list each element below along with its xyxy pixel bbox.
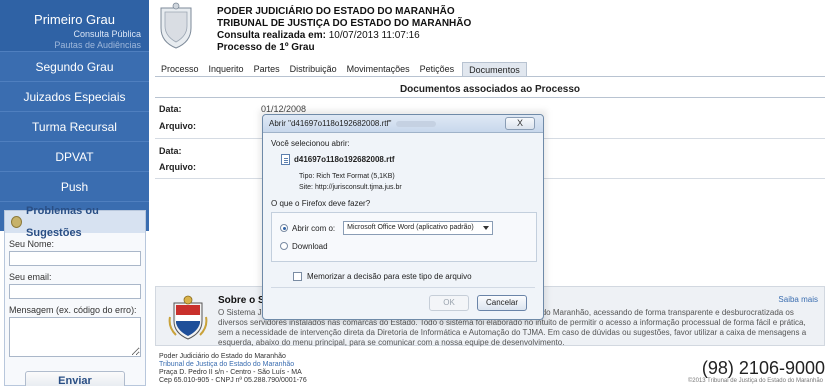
footer-phone: (98) 2106-9000 — [701, 358, 825, 378]
footer-line-4: Cep 65.010-905 - CNPJ nº 05.288.790/0001… — [159, 377, 307, 384]
nav-primeiro-grau[interactable]: Primeiro Grau Consulta Pública Pautas de… — [0, 0, 149, 51]
application-select[interactable]: Microsoft Office Word (aplicativo padrão… — [343, 221, 494, 235]
document-icon — [281, 154, 290, 165]
coat-of-arms-icon — [168, 295, 208, 340]
footer-address: Poder Judiciário do Estado do Maranhão T… — [159, 353, 307, 385]
footer: Poder Judiciário do Estado do Maranhão T… — [155, 350, 825, 386]
header: PODER JUDICIÁRIO DO ESTADO DO MARANHÃO T… — [155, 0, 825, 58]
header-line-4: Processo de 1º Grau — [217, 42, 315, 53]
remember-label: Memorizar a decisão para este tipo de ar… — [307, 271, 472, 281]
page-root: Primeiro Grau Consulta Pública Pautas de… — [0, 0, 825, 386]
data-label: Data: — [159, 146, 182, 156]
dialog-titlebar[interactable]: Abrir "d41697o118o192682008.rtf" — [263, 115, 543, 133]
nav-pautas-audiencias[interactable]: Pautas de Audiências — [0, 40, 149, 51]
message-label: Mensagem (ex. código do erro): — [9, 305, 137, 315]
open-with-radio[interactable] — [280, 224, 288, 232]
open-file-dialog: Abrir "d41697o118o192682008.rtf" X Você … — [262, 114, 544, 320]
header-line-3: Consulta realizada em: 10/07/2013 11:07:… — [217, 30, 471, 42]
dialog-body: Você selecionou abrir: d41697o118o192682… — [271, 139, 537, 284]
download-label: Download — [292, 241, 328, 251]
file-type-row: Tipo: Rich Text Format (5,1KB) — [299, 171, 537, 182]
open-with-option[interactable]: Abrir com o: Microsoft Office Word (apli… — [280, 219, 530, 237]
selected-text: Você selecionou abrir: — [271, 139, 350, 148]
nav-turma-recursal[interactable]: Turma Recursal — [0, 111, 149, 141]
coat-of-arms-icon — [160, 2, 192, 49]
tab-distribuicao[interactable]: Distribuição — [288, 62, 339, 76]
remember-option[interactable]: Memorizar a decisão para este tipo de ar… — [293, 268, 537, 284]
footer-line-1: Poder Judiciário do Estado do Maranhão — [159, 353, 286, 360]
tab-bar: Processo Inquerito Partes Distribuição M… — [155, 62, 825, 76]
email-field[interactable] — [9, 284, 141, 299]
application-value: Microsoft Office Word (aplicativo padrão… — [347, 224, 474, 231]
site-label: Site: — [299, 184, 314, 191]
consulta-label: Consulta realizada em: — [217, 30, 326, 41]
blurred-text — [395, 120, 436, 127]
open-with-label: Abrir com o: — [292, 223, 336, 233]
nav-primary-label[interactable]: Primeiro Grau — [0, 12, 149, 29]
footer-line-2[interactable]: Tribunal de Justiça do Estado do Maranhã… — [159, 361, 307, 369]
header-line-2: TRIBUNAL DE JUSTIÇA DO ESTADO DO MARANHÃ… — [217, 18, 472, 29]
header-line-1: PODER JUDICIÁRIO DO ESTADO DO MARANHÃO — [217, 6, 455, 17]
arquivo-label: Arquivo: — [159, 162, 196, 172]
ok-button[interactable]: OK — [429, 295, 469, 311]
type-label: Tipo: — [299, 173, 315, 180]
email-label: Seu email: — [9, 272, 52, 282]
file-site-row: Site: http://jurisconsult.tjma.jus.br — [299, 182, 537, 193]
help-icon — [11, 216, 23, 228]
download-option[interactable]: Download — [280, 237, 530, 255]
tab-partes[interactable]: Partes — [252, 62, 282, 76]
footer-line-3: Praça D. Pedro II s/n - Centro - São Luí… — [159, 369, 302, 376]
nav-segundo-grau[interactable]: Segundo Grau — [0, 51, 149, 81]
arquivo-label: Arquivo: — [159, 121, 196, 131]
tab-documentos[interactable]: Documentos — [462, 62, 527, 76]
tab-processo[interactable]: Processo — [159, 62, 201, 76]
download-radio[interactable] — [280, 242, 288, 250]
data-label: Data: — [159, 104, 182, 114]
file-name: d41697o118o192682008.rtf — [294, 155, 395, 164]
chevron-down-icon — [483, 226, 490, 230]
footer-copyright: ©2013 Tribunal de Justiça do Estado do M… — [687, 378, 823, 384]
send-button[interactable]: Enviar — [25, 371, 125, 386]
close-button[interactable]: X — [505, 117, 535, 130]
saiba-mais-link[interactable]: Saiba mais — [778, 295, 818, 304]
file-meta: Tipo: Rich Text Format (5,1KB) Site: htt… — [299, 171, 537, 193]
site-value: http://jurisconsult.tjma.jus.br — [314, 184, 402, 191]
type-value: Rich Text Format (5,1KB) — [316, 173, 395, 180]
header-text: PODER JUDICIÁRIO DO ESTADO DO MARANHÃO T… — [217, 6, 471, 54]
sidebar: Primeiro Grau Consulta Pública Pautas de… — [0, 0, 149, 386]
name-field[interactable] — [9, 251, 141, 266]
dialog-title: Abrir "d41697o118o192682008.rtf" — [269, 118, 392, 128]
firefox-question: O que o Firefox deve fazer? — [271, 199, 371, 208]
tab-inquerito[interactable]: Inquerito — [207, 62, 246, 76]
consulta-datetime: 10/07/2013 11:07:16 — [328, 30, 420, 41]
tab-movimentacoes[interactable]: Movimentações — [345, 62, 412, 76]
dialog-divider — [271, 287, 535, 288]
feedback-box-title: Problemas ou Sugestões — [5, 205, 145, 239]
feedback-box: Problemas ou Sugestões Seu Nome: Seu ema… — [4, 205, 146, 386]
tab-divider — [155, 76, 825, 77]
action-options: Abrir com o: Microsoft Office Word (apli… — [271, 212, 537, 262]
file-line: d41697o118o192682008.rtf — [281, 154, 537, 165]
nav-dpvat[interactable]: DPVAT — [0, 141, 149, 171]
nav-push[interactable]: Push — [0, 171, 149, 201]
feedback-title-text: Problemas ou Sugestões — [26, 205, 99, 239]
remember-checkbox[interactable] — [293, 271, 302, 281]
documents-section-title: Documentos associados ao Processo — [155, 84, 825, 98]
nav-juizados-especiais[interactable]: Juizados Especiais — [0, 81, 149, 111]
tab-peticoes[interactable]: Petições — [418, 62, 457, 76]
message-field[interactable] — [9, 317, 141, 357]
nav-consulta-publica[interactable]: Consulta Pública — [0, 29, 149, 40]
cancel-button[interactable]: Cancelar — [477, 295, 527, 311]
